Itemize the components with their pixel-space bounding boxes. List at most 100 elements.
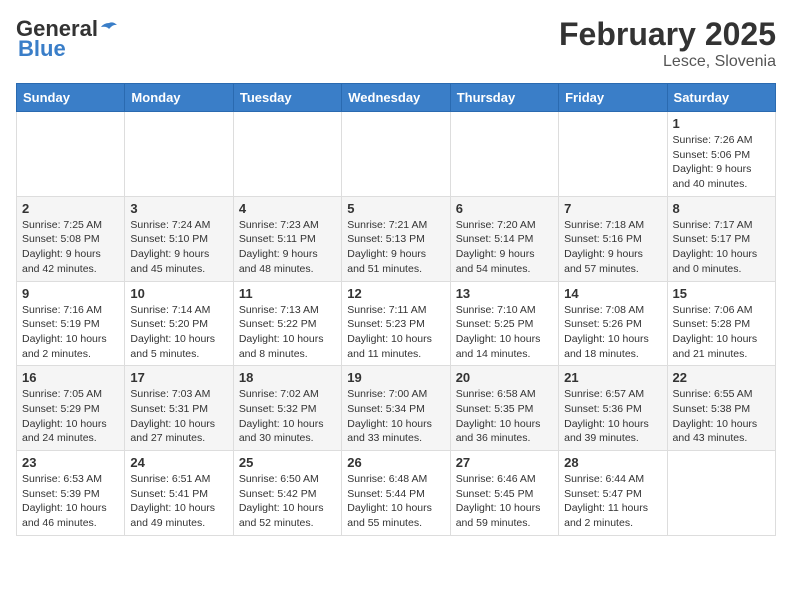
calendar-cell: [342, 112, 450, 197]
day-info: Sunrise: 7:08 AM Sunset: 5:26 PM Dayligh…: [564, 303, 661, 362]
day-number: 8: [673, 201, 770, 216]
month-title: February 2025: [559, 16, 776, 53]
location: Lesce, Slovenia: [559, 53, 776, 71]
day-info: Sunrise: 7:11 AM Sunset: 5:23 PM Dayligh…: [347, 303, 444, 362]
day-info: Sunrise: 6:53 AM Sunset: 5:39 PM Dayligh…: [22, 472, 119, 531]
calendar-cell: 10Sunrise: 7:14 AM Sunset: 5:20 PM Dayli…: [125, 281, 233, 366]
calendar-table: SundayMondayTuesdayWednesdayThursdayFrid…: [16, 83, 776, 536]
calendar-cell: 14 Sunrise: 7:08 AM Sunset: 5:26 PM Dayli…: [559, 281, 667, 366]
calendar-cell: 22Sunrise: 6:55 AM Sunset: 5:38 PM Dayli…: [667, 366, 775, 451]
day-info: Sunrise: 7:20 AM Sunset: 5:14 PM Dayligh…: [456, 218, 553, 277]
calendar-cell: 17Sunrise: 7:03 AM Sunset: 5:31 PM Dayli…: [125, 366, 233, 451]
day-number: 9: [22, 286, 119, 301]
day-info: Sunrise: 7:26 AM Sunset: 5:06 PM Dayligh…: [673, 133, 770, 192]
day-number: 6: [456, 201, 553, 216]
calendar-cell: 26Sunrise: 6:48 AM Sunset: 5:44 PM Dayli…: [342, 451, 450, 536]
calendar-cell: 23 Sunrise: 6:53 AM Sunset: 5:39 PM Dayli…: [17, 451, 125, 536]
day-info: Sunrise: 7:18 AM Sunset: 5:16 PM Dayligh…: [564, 218, 661, 277]
day-number: 21: [564, 370, 661, 385]
calendar-cell: 16 Sunrise: 7:05 AM Sunset: 5:29 PM Dayli…: [17, 366, 125, 451]
calendar-cell: 12 Sunrise: 7:11 AM Sunset: 5:23 PM Dayli…: [342, 281, 450, 366]
day-number: 4: [239, 201, 336, 216]
weekday-header: Thursday: [450, 84, 558, 112]
calendar-cell: 27 Sunrise: 6:46 AM Sunset: 5:45 PM Dayli…: [450, 451, 558, 536]
day-number: 2: [22, 201, 119, 216]
day-info: Sunrise: 7:24 AM Sunset: 5:10 PM Dayligh…: [130, 218, 227, 277]
day-number: 1: [673, 116, 770, 131]
day-number: 27: [456, 455, 553, 470]
calendar-cell: [667, 451, 775, 536]
day-number: 20: [456, 370, 553, 385]
calendar-cell: 1 Sunrise: 7:26 AM Sunset: 5:06 PM Daylig…: [667, 112, 775, 197]
day-info: Sunrise: 7:00 AM Sunset: 5:34 PM Dayligh…: [347, 387, 444, 446]
day-info: Sunrise: 7:13 AM Sunset: 5:22 PM Dayligh…: [239, 303, 336, 362]
weekday-header-row: SundayMondayTuesdayWednesdayThursdayFrid…: [17, 84, 776, 112]
calendar-week-row: 23 Sunrise: 6:53 AM Sunset: 5:39 PM Dayli…: [17, 451, 776, 536]
day-number: 18: [239, 370, 336, 385]
day-number: 17: [130, 370, 227, 385]
calendar-cell: 5 Sunrise: 7:21 AM Sunset: 5:13 PM Daylig…: [342, 196, 450, 281]
day-info: Sunrise: 6:57 AM Sunset: 5:36 PM Dayligh…: [564, 387, 661, 446]
day-info: Sunrise: 6:50 AM Sunset: 5:42 PM Dayligh…: [239, 472, 336, 531]
calendar-cell: 3 Sunrise: 7:24 AM Sunset: 5:10 PM Daylig…: [125, 196, 233, 281]
calendar-cell: 21 Sunrise: 6:57 AM Sunset: 5:36 PM Dayli…: [559, 366, 667, 451]
day-number: 23: [22, 455, 119, 470]
logo-bird-icon: [99, 21, 119, 37]
calendar-cell: 4 Sunrise: 7:23 AM Sunset: 5:11 PM Daylig…: [233, 196, 341, 281]
day-number: 7: [564, 201, 661, 216]
calendar-cell: 9 Sunrise: 7:16 AM Sunset: 5:19 PM Daylig…: [17, 281, 125, 366]
day-info: Sunrise: 7:10 AM Sunset: 5:25 PM Dayligh…: [456, 303, 553, 362]
day-info: Sunrise: 7:16 AM Sunset: 5:19 PM Dayligh…: [22, 303, 119, 362]
day-info: Sunrise: 7:05 AM Sunset: 5:29 PM Dayligh…: [22, 387, 119, 446]
calendar-cell: 24Sunrise: 6:51 AM Sunset: 5:41 PM Dayli…: [125, 451, 233, 536]
day-info: Sunrise: 6:48 AM Sunset: 5:44 PM Dayligh…: [347, 472, 444, 531]
day-info: Sunrise: 6:44 AM Sunset: 5:47 PM Dayligh…: [564, 472, 661, 531]
day-info: Sunrise: 6:46 AM Sunset: 5:45 PM Dayligh…: [456, 472, 553, 531]
calendar-cell: 28 Sunrise: 6:44 AM Sunset: 5:47 PM Dayli…: [559, 451, 667, 536]
calendar-cell: 6 Sunrise: 7:20 AM Sunset: 5:14 PM Daylig…: [450, 196, 558, 281]
day-info: Sunrise: 7:02 AM Sunset: 5:32 PM Dayligh…: [239, 387, 336, 446]
day-number: 24: [130, 455, 227, 470]
day-number: 14: [564, 286, 661, 301]
title-block: February 2025 Lesce, Slovenia: [559, 16, 776, 71]
day-number: 3: [130, 201, 227, 216]
calendar-cell: [450, 112, 558, 197]
weekday-header: Saturday: [667, 84, 775, 112]
calendar-cell: [559, 112, 667, 197]
day-number: 16: [22, 370, 119, 385]
logo-blue: Blue: [18, 36, 66, 62]
calendar-cell: 7 Sunrise: 7:18 AM Sunset: 5:16 PM Daylig…: [559, 196, 667, 281]
day-number: 11: [239, 286, 336, 301]
calendar-week-row: 2 Sunrise: 7:25 AM Sunset: 5:08 PM Daylig…: [17, 196, 776, 281]
page-header: General Blue February 2025 Lesce, Sloven…: [16, 16, 776, 71]
calendar-cell: 25 Sunrise: 6:50 AM Sunset: 5:42 PM Dayli…: [233, 451, 341, 536]
calendar-cell: [17, 112, 125, 197]
calendar-cell: 8Sunrise: 7:17 AM Sunset: 5:17 PM Daylig…: [667, 196, 775, 281]
day-info: Sunrise: 7:21 AM Sunset: 5:13 PM Dayligh…: [347, 218, 444, 277]
calendar-week-row: 16 Sunrise: 7:05 AM Sunset: 5:29 PM Dayli…: [17, 366, 776, 451]
calendar-cell: 13Sunrise: 7:10 AM Sunset: 5:25 PM Dayli…: [450, 281, 558, 366]
weekday-header: Tuesday: [233, 84, 341, 112]
day-info: Sunrise: 6:55 AM Sunset: 5:38 PM Dayligh…: [673, 387, 770, 446]
day-number: 5: [347, 201, 444, 216]
weekday-header: Friday: [559, 84, 667, 112]
calendar-week-row: 1 Sunrise: 7:26 AM Sunset: 5:06 PM Daylig…: [17, 112, 776, 197]
calendar-cell: 18 Sunrise: 7:02 AM Sunset: 5:32 PM Dayli…: [233, 366, 341, 451]
weekday-header: Sunday: [17, 84, 125, 112]
weekday-header: Monday: [125, 84, 233, 112]
logo: General Blue: [16, 16, 120, 62]
day-info: Sunrise: 7:25 AM Sunset: 5:08 PM Dayligh…: [22, 218, 119, 277]
weekday-header: Wednesday: [342, 84, 450, 112]
calendar-cell: 2 Sunrise: 7:25 AM Sunset: 5:08 PM Daylig…: [17, 196, 125, 281]
day-number: 12: [347, 286, 444, 301]
calendar-cell: [233, 112, 341, 197]
day-number: 25: [239, 455, 336, 470]
calendar-cell: 19 Sunrise: 7:00 AM Sunset: 5:34 PM Dayli…: [342, 366, 450, 451]
calendar-week-row: 9 Sunrise: 7:16 AM Sunset: 5:19 PM Daylig…: [17, 281, 776, 366]
day-number: 19: [347, 370, 444, 385]
day-number: 28: [564, 455, 661, 470]
day-info: Sunrise: 7:23 AM Sunset: 5:11 PM Dayligh…: [239, 218, 336, 277]
calendar-cell: [125, 112, 233, 197]
day-info: Sunrise: 6:58 AM Sunset: 5:35 PM Dayligh…: [456, 387, 553, 446]
day-number: 10: [130, 286, 227, 301]
